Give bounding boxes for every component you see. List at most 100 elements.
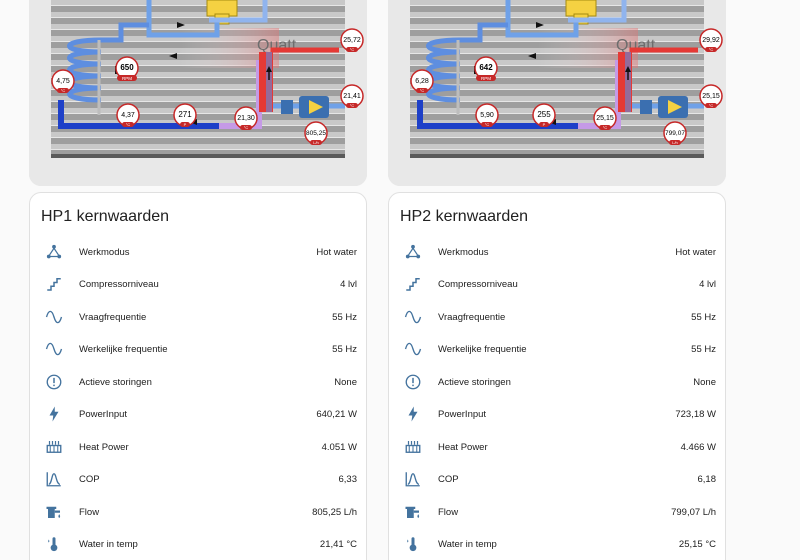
row-value: 21,41 °C — [319, 538, 357, 550]
svg-text:25,15: 25,15 — [702, 93, 720, 100]
row-label: Actieve storingen — [79, 376, 152, 388]
row-value: 799,07 L/h — [671, 506, 716, 518]
row-heat-power[interactable]: Heat Power 4.051 W — [30, 431, 368, 463]
svg-text:°C: °C — [485, 122, 490, 127]
row-water-in-temp[interactable]: Water in temp 25,15 °C — [389, 528, 727, 560]
row-value: 6,33 — [338, 473, 358, 485]
svg-text:°C: °C — [603, 125, 608, 130]
svg-text:25,15: 25,15 — [596, 115, 614, 122]
flow-badge: 799,07 L/h — [663, 121, 687, 145]
svg-text:P: P — [184, 122, 187, 127]
row-value: 55 Hz — [691, 311, 716, 323]
row-vraagfrequentie[interactable]: Vraagfrequentie 55 Hz — [30, 301, 368, 333]
row-label: Compressorniveau — [79, 278, 159, 290]
row-label: Water in temp — [438, 538, 497, 550]
row-value: None — [334, 376, 357, 388]
row-value: 4.051 W — [321, 441, 357, 453]
row-actieve-storingen[interactable]: Actieve storingen None — [389, 366, 727, 398]
row-label: Werkelijke frequentie — [79, 343, 168, 355]
row-compressorniveau[interactable]: Compressorniveau 4 lvl — [30, 268, 368, 300]
hub-icon — [44, 242, 64, 262]
temp-badge-bottom-left: 5,90 °C — [475, 103, 499, 127]
pressure-badge: 271 P — [173, 103, 197, 127]
row-cop[interactable]: COP 6,18 — [389, 463, 727, 495]
row-label: Vraagfrequentie — [438, 311, 506, 323]
svg-text:°C: °C — [244, 125, 249, 130]
row-label: Werkelijke frequentie — [438, 343, 527, 355]
temp-badge-left: 6,28 °C — [410, 69, 434, 93]
row-water-in-temp[interactable]: Water in temp 21,41 °C — [30, 528, 368, 560]
row-value: 55 Hz — [332, 311, 357, 323]
pressure-badge: 255 P — [532, 103, 556, 127]
svg-text:P: P — [543, 122, 546, 127]
sine-wave-icon — [44, 339, 64, 359]
row-label: Compressorniveau — [438, 278, 518, 290]
row-value: 805,25 L/h — [312, 506, 357, 518]
row-label: Heat Power — [438, 441, 488, 453]
row-label: Vraagfrequentie — [79, 311, 147, 323]
svg-text:805,25: 805,25 — [306, 130, 326, 137]
svg-text:21,30: 21,30 — [237, 115, 255, 122]
row-heat-power[interactable]: Heat Power 4.466 W — [389, 431, 727, 463]
flash-icon — [403, 404, 423, 424]
row-actieve-storingen[interactable]: Actieve storingen None — [30, 366, 368, 398]
temp-badge-top-right: 29,92 °C — [699, 28, 723, 52]
water-pump-icon — [44, 502, 64, 522]
svg-text:°C: °C — [709, 47, 714, 52]
heatpump-diagram-1[interactable]: Quatt 650 RPM 25,72 °C 4,75 °C 4,37 °C 2… — [29, 0, 367, 186]
thermometer-water-icon — [44, 534, 64, 554]
svg-text:4,75: 4,75 — [56, 78, 70, 85]
row-value: 25,15 °C — [678, 538, 716, 550]
row-powerinput[interactable]: PowerInput 723,18 W — [389, 398, 727, 430]
row-label: Water in temp — [79, 538, 138, 550]
row-flow[interactable]: Flow 805,25 L/h — [30, 496, 368, 528]
row-label: Werkmodus — [79, 246, 130, 258]
row-label: COP — [79, 473, 100, 485]
row-cop[interactable]: COP 6,33 — [30, 463, 368, 495]
row-label: Actieve storingen — [438, 376, 511, 388]
row-werkmodus[interactable]: Werkmodus Hot water — [389, 236, 727, 268]
alert-circle-icon — [44, 372, 64, 392]
svg-text:21,41: 21,41 — [343, 93, 361, 100]
row-werkelijke-frequentie[interactable]: Werkelijke frequentie 55 Hz — [30, 333, 368, 365]
row-powerinput[interactable]: PowerInput 640,21 W — [30, 398, 368, 430]
radiator-icon — [403, 437, 423, 457]
chart-bell-icon — [44, 469, 64, 489]
temp-badge-mid: 21,30 °C — [234, 106, 258, 130]
rpm-badge: 650 RPM — [115, 56, 139, 81]
svg-text:799,07: 799,07 — [665, 130, 685, 137]
chart-bell-icon — [403, 469, 423, 489]
row-label: PowerInput — [438, 408, 487, 420]
row-value: 640,21 W — [316, 408, 357, 420]
row-value: 6,18 — [697, 473, 717, 485]
svg-text:642: 642 — [479, 63, 493, 72]
row-value: 4 lvl — [699, 278, 716, 290]
svg-text:6,28: 6,28 — [415, 78, 429, 85]
temp-badge-top-right: 25,72 °C — [340, 28, 364, 52]
hub-icon — [403, 242, 423, 262]
temp-badge-bottom-left: 4,37 °C — [116, 103, 140, 127]
water-pump-icon — [403, 502, 423, 522]
flow-badge: 805,25 L/h — [304, 121, 328, 145]
row-flow[interactable]: Flow 799,07 L/h — [389, 496, 727, 528]
row-compressorniveau[interactable]: Compressorniveau 4 lvl — [389, 268, 727, 300]
heatpump-diagram-2[interactable]: Quatt 642 RPM 29,92 °C 6,28 °C 5,90 °C 2… — [388, 0, 726, 186]
svg-text:°C: °C — [61, 88, 66, 93]
row-label: Heat Power — [79, 441, 129, 453]
svg-text:°C: °C — [420, 88, 425, 93]
row-label: COP — [438, 473, 459, 485]
stairs-icon — [403, 274, 423, 294]
sine-wave-icon — [403, 307, 423, 327]
svg-text:25,72: 25,72 — [343, 37, 361, 44]
stairs-icon — [44, 274, 64, 294]
svg-text:RPM: RPM — [122, 76, 132, 81]
row-werkelijke-frequentie[interactable]: Werkelijke frequentie 55 Hz — [389, 333, 727, 365]
svg-text:5,90: 5,90 — [480, 112, 494, 119]
sine-wave-icon — [44, 307, 64, 327]
card-title: HP2 kernwaarden — [400, 208, 529, 225]
svg-text:271: 271 — [178, 110, 192, 119]
row-werkmodus[interactable]: Werkmodus Hot water — [30, 236, 368, 268]
row-vraagfrequentie[interactable]: Vraagfrequentie 55 Hz — [389, 301, 727, 333]
alert-circle-icon — [403, 372, 423, 392]
svg-text:°C: °C — [350, 103, 355, 108]
